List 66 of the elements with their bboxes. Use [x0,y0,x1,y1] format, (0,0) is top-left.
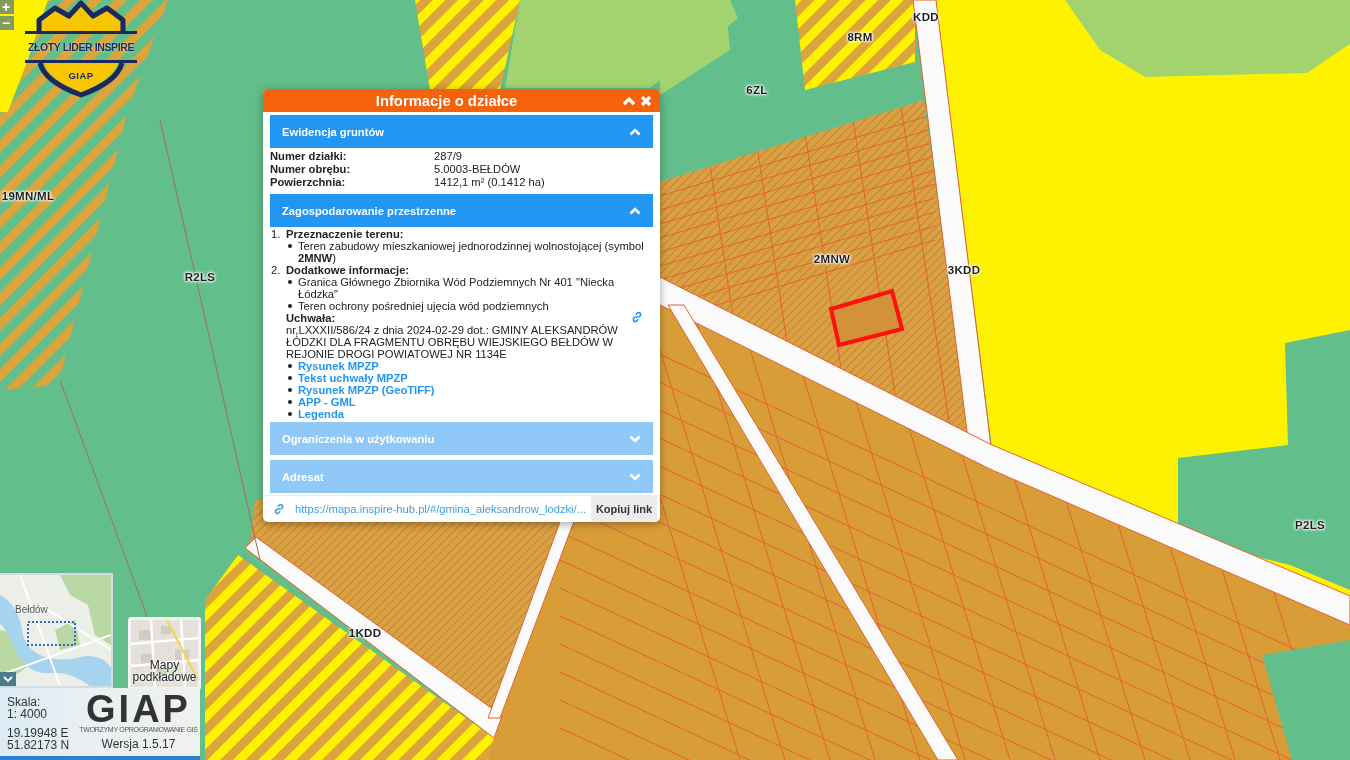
list-item-text: Teren zabudowy mieszkaniowej jednorodzinnej wolnostojącej (symbol 2MNW) [298,240,645,264]
overview-map[interactable]: Bełdów [0,573,113,688]
document-link[interactable]: Rysunek MPZP (GeoTIFF) [298,384,435,396]
zone-label: P2LS [1295,518,1325,532]
share-url-link[interactable]: https://mapa.inspire-hub.pl/#/gmina_aleksandrow_lodzki/... [295,503,591,515]
list-number: 2. [271,264,282,278]
list-number: 1. [271,228,282,242]
bullet-icon [288,400,292,404]
section-header[interactable]: Zagospodarowanie przestrzenne [270,194,653,227]
chevron-down-icon [629,434,641,443]
document-link[interactable]: Tekst uchwały MPZP [298,372,408,384]
bullet-icon [288,412,292,416]
field-value: 5.0003-BEŁDÓW [434,163,522,176]
link-icon[interactable] [631,311,643,323]
zoom-in-button[interactable]: + [0,0,14,14]
version-text: Wersja 1.5.17 [101,738,176,751]
resolution-heading: Uchwała: [286,312,336,324]
shield-emblem-icon [25,0,137,98]
popup-title: Informacje o działce [375,92,518,109]
link-icon [273,503,285,515]
chevron-down-icon [3,675,13,683]
bullet-icon [288,280,292,284]
copy-link-button[interactable]: Kopiuj link [591,496,657,522]
scale-value: 1: 4000 [7,708,49,720]
list-item-text: Teren ochrony pośredniej ujęcia wód podziemnych [298,300,550,312]
document-link[interactable]: Legenda [298,408,344,420]
bullet-icon [288,304,292,308]
collapse-minimap-button[interactable] [0,672,16,686]
section-header[interactable]: Ograniczenia w użytkowaniu [270,422,653,455]
coordinate-text: 51.82173 N [7,739,71,751]
chevron-down-icon [629,472,641,481]
field-label: Powierzchnia: [270,176,347,189]
resolution-text: nr,LXXXII/586/24 z dnia 2024-02-29 dot.: GMINY ALEKSANDRÓW ŁÓDZKI DLA FRAGMENTU OBRĘBU WIEJSKIEGO BEŁDÓW W REJONIE DROGI POWIATOWEJ NR 1134E [286,324,619,360]
section-header[interactable]: Ewidencja gruntów [270,115,653,148]
bullet-icon [288,388,292,392]
place-label: Bełdów [15,604,48,615]
document-link[interactable]: APP - GML [298,396,356,408]
zone-label: 2MNW [813,252,851,266]
coordinate-text: 19.19948 E [7,728,70,740]
bullet-icon [288,376,292,380]
zoom-out-button[interactable]: − [0,16,14,30]
zone-label: 8RM [847,30,873,44]
close-icon[interactable] [640,94,652,107]
basemap-button[interactable]: Mapy podkładowe [128,617,201,690]
chevron-up-icon [629,127,641,136]
document-link[interactable]: Rysunek MPZP [298,360,379,372]
field-value: 1412,1 m² (0.1412 ha) [434,176,546,189]
zone-label: R2LS [184,270,216,284]
collapse-icon[interactable] [622,95,636,106]
list-item-text: Granica Głównego Zbiornika Wód Podziemnych Nr 401 "Niecka Łódzka" [298,276,616,300]
bullet-icon [288,244,292,248]
field-label: Numer obrębu: [270,163,352,176]
chevron-up-icon [629,206,641,215]
zone-label: 6ZL [746,83,768,97]
street-map-thumbnail [131,620,198,687]
section-header[interactable]: Adresat [270,460,653,493]
list-heading: Dodatkowe informacje: [286,264,410,276]
list-heading: Przeznaczenie terenu: [286,228,404,240]
logo-badge-text: GIAP [68,70,94,81]
scale-label: Skala: [7,697,42,709]
field-label: Numer działki: [270,150,348,163]
field-value: 287/9 [434,150,463,163]
bullet-icon [288,364,292,368]
brand-logo-text: GIAP [86,692,191,726]
zone-label: 19MN/ML [1,189,55,203]
viewport-frame [27,621,76,646]
